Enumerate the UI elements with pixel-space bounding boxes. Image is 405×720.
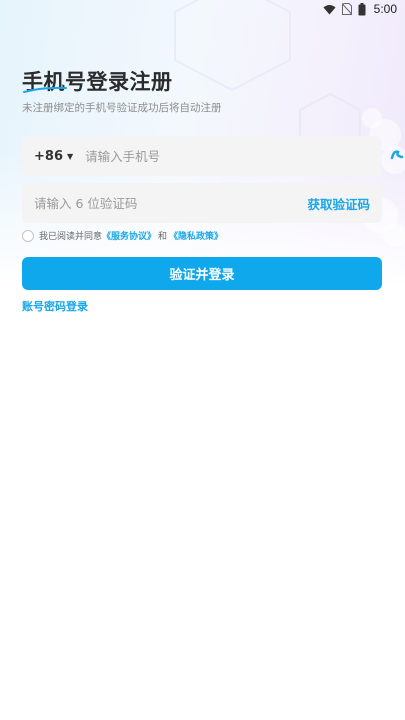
no-sim-icon [341,3,352,15]
status-time: 5:00 [373,2,397,16]
get-code-button[interactable]: 获取验证码 [307,194,370,213]
agreement-conjunction: 和 [158,232,168,242]
login-screen: 5:00 手机号登录注册 未注册绑定的手机号验证成功后将自动注册 +86 ▼ 获… [0,0,405,720]
phone-input[interactable] [85,148,326,164]
page-subtitle: 未注册绑定的手机号验证成功后将自动注册 [22,102,222,114]
verify-login-button[interactable]: 验证并登录 [22,257,382,290]
password-login-link[interactable]: 账号密码登录 [22,298,88,314]
decorative-mark [390,150,404,160]
service-agreement-link[interactable]: 《服务协议》 [102,229,156,242]
wifi-icon [323,4,336,14]
agreement-prefix: 我已阅读并同意 [39,232,103,242]
phone-field: +86 ▼ [22,136,382,176]
caret-down-icon: ▼ [66,151,74,161]
title-underline-swoosh [23,86,67,93]
verification-code-input[interactable] [34,195,264,211]
battery-icon [358,2,366,15]
agreement-checkbox[interactable] [22,229,34,242]
status-bar: 5:00 [0,0,405,18]
agreement-row: 我已阅读并同意 《服务协议》 和 《隐私政策》 [22,229,223,242]
country-code-selector[interactable]: +86 ▼ [34,149,73,164]
privacy-policy-link[interactable]: 《隐私政策》 [169,229,223,242]
country-code-label: +86 [34,148,63,164]
code-field: 获取验证码 [22,183,382,223]
